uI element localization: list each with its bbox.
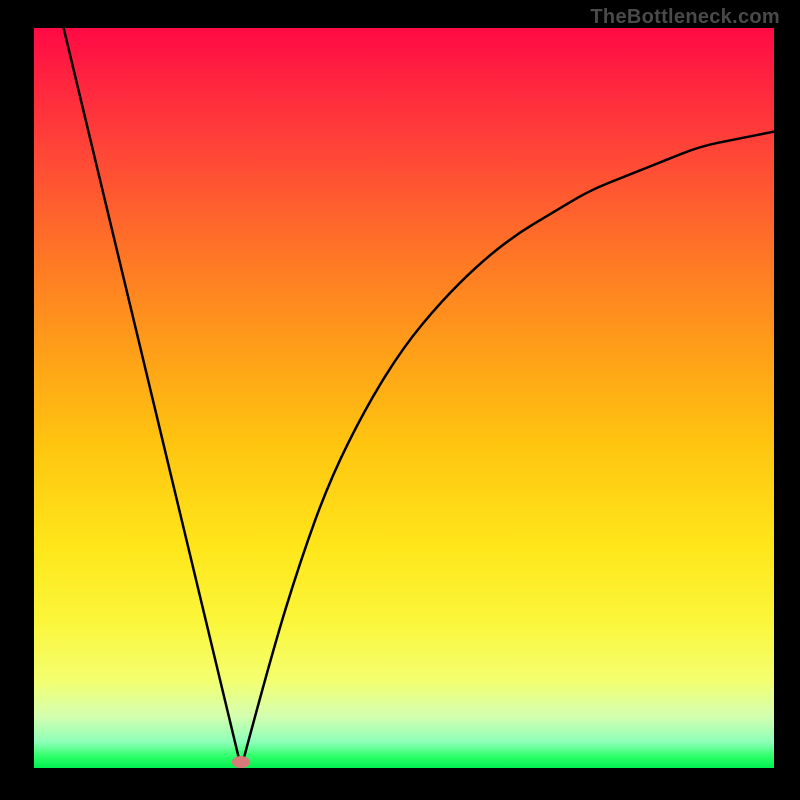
chart-frame: TheBottleneck.com: [0, 0, 800, 800]
bottleneck-curve: [34, 28, 774, 768]
watermark-text: TheBottleneck.com: [590, 6, 780, 29]
optimum-marker: [232, 756, 250, 768]
plot-area: [34, 28, 774, 768]
